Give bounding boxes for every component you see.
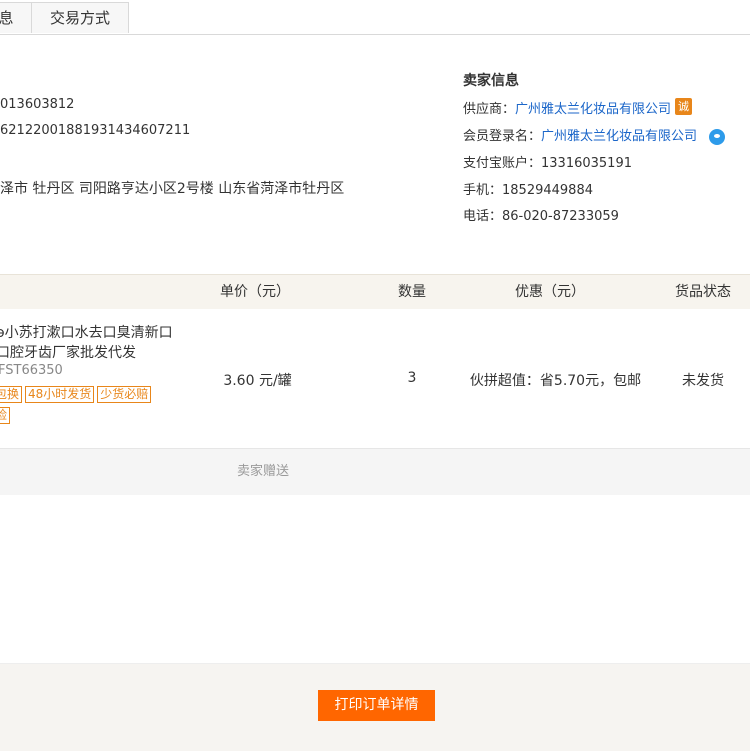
order-table-header: 单价（元） 数量 优惠（元） 货品状态 (0, 274, 750, 310)
seller-member-row: 会员登录名：广州雅太兰化妆品有限公司 (463, 125, 726, 145)
header-status: 货品状态 (675, 284, 731, 300)
product-title-link[interactable]: ǝ小苏打漱口水去口臭清新口 ⁠́口腔牙齿厂家批发代发 (0, 323, 186, 363)
goods-status: 未发货 (682, 373, 724, 389)
tag-insurance: 险 (0, 407, 11, 424)
footer: 打印订单详情 (0, 663, 750, 751)
table-row: ǝ小苏打漱口水去口臭清新口 ⁠́口腔牙齿厂家批发代发 FST66350 包换 48… (0, 309, 750, 449)
seller-gift-row: 卖家赠送 (0, 449, 750, 495)
print-order-button[interactable]: 打印订单详情 (318, 690, 435, 721)
supplier-label: 供应商： (463, 102, 516, 117)
buyer-address: 泽市 牡丹区 司阳路亨达小区2号楼 山东省菏泽市牡丹区 (0, 181, 345, 197)
header-unit-price: 单价（元） (220, 284, 290, 300)
buyer-trade-number: 621220018819314346072​11 (0, 123, 191, 138)
service-tags: 包换 48小时发货 少货必赔 险 (0, 386, 192, 428)
seller-mobile: 手机：18529449884 (463, 183, 593, 198)
seller-supplier-row: 供应商：广州雅太兰化妆品有限公司诚 (463, 98, 693, 117)
supplier-link[interactable]: 广州雅太兰化妆品有限公司 (515, 102, 671, 117)
unit-price: 3.60 元/罐 (223, 373, 292, 389)
seller-phone: 电话：86-020-87233059 (463, 209, 619, 224)
header-discount: 优惠（元） (515, 284, 585, 300)
product-code: FST66350 (0, 363, 63, 378)
member-label: 会员登录名： (463, 129, 542, 144)
seller-gift-label: 卖家赠送 (237, 464, 290, 479)
wangwang-chat-icon[interactable] (709, 128, 726, 145)
header-quantity: 数量 (398, 284, 426, 300)
tab-info[interactable]: 息 (0, 2, 32, 33)
quantity: 3 (407, 370, 417, 386)
seller-alipay: 支付宝账户：13316035191 (463, 156, 632, 171)
seller-info-title: 卖家信息 (463, 73, 519, 89)
tag-exchange: 包换 (0, 386, 23, 403)
discount: 伙拼超值：省5.70元，包邮 (469, 373, 642, 389)
tag-shortage-compensation: 少货必赔 (97, 386, 152, 403)
buyer-order-number: 013603812 (0, 97, 75, 112)
tag-48h-ship: 48小时发货 (25, 386, 95, 403)
chengxin-icon: 诚 (675, 98, 693, 115)
member-link[interactable]: 广州雅太兰化妆品有限公司 (541, 129, 697, 144)
tab-bar: 息 交易方式 (0, 0, 750, 35)
tab-trade-method[interactable]: 交易方式 (31, 2, 129, 33)
